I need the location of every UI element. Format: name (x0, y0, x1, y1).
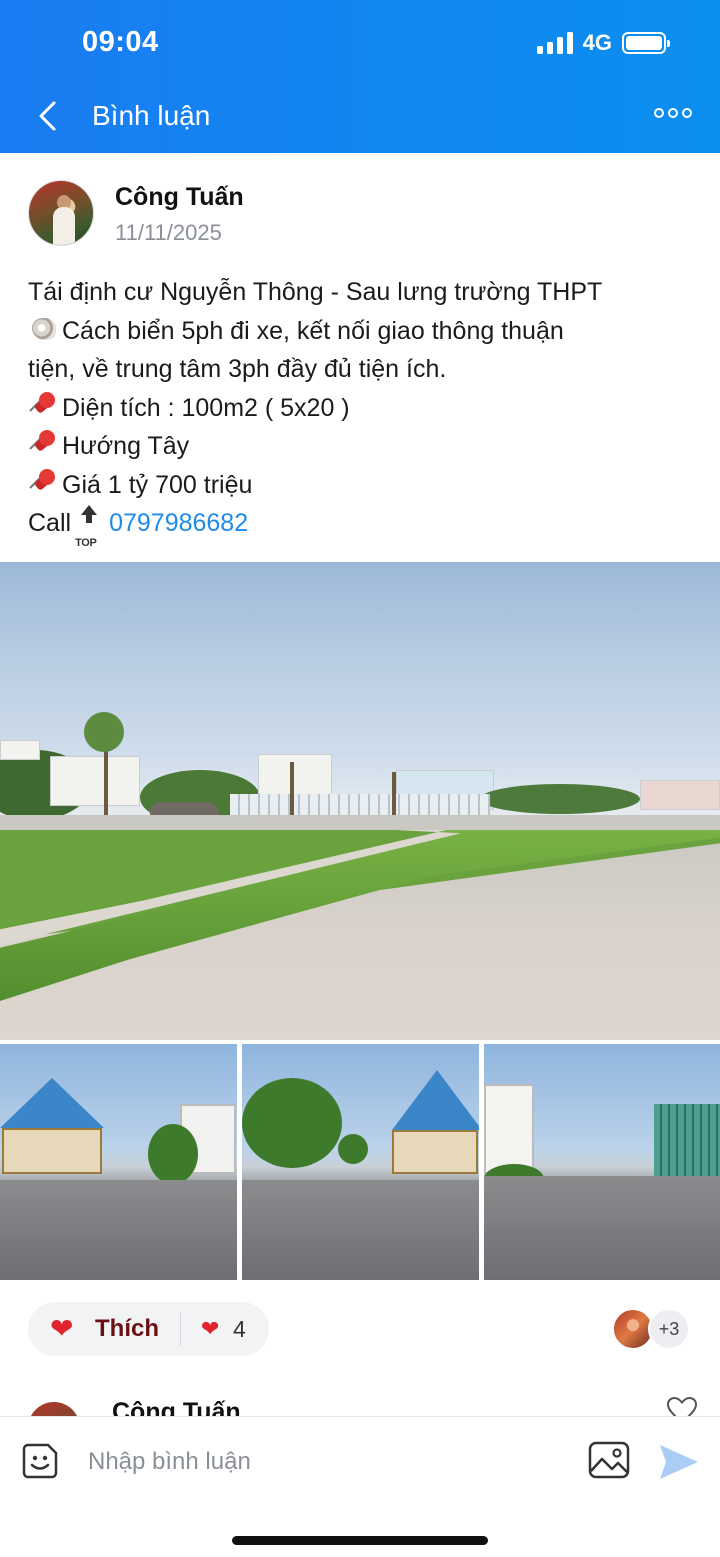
post-photo-thumb[interactable] (242, 1044, 479, 1280)
spiral-shell-icon (28, 314, 58, 344)
heart-outline-icon[interactable] (666, 1396, 698, 1416)
like-label: Thích (95, 1315, 159, 1342)
like-count[interactable]: 4 (233, 1316, 246, 1343)
post-line-4: Diện tích : 100m2 ( 5x20 ) (28, 389, 708, 428)
avatar[interactable] (28, 1402, 80, 1416)
pushpin-icon (28, 390, 58, 420)
battery-icon (622, 32, 670, 54)
photo-thumbnails (0, 1044, 720, 1280)
app-header: 09:04 4G Bình luận (0, 0, 720, 153)
status-time: 09:04 (82, 26, 159, 58)
post-line-6: Giá 1 tỷ 700 triệu (28, 466, 708, 505)
home-indicator (232, 1536, 488, 1545)
comment-item: Công Tuấn (0, 1380, 720, 1416)
author-name[interactable]: Công Tuấn (115, 183, 244, 212)
heart-icon: ❤ (50, 1313, 74, 1344)
post-line-3: tiện, về trung tâm 3ph đầy đủ tiện ích. (28, 355, 447, 383)
comment-author[interactable]: Công Tuấn (112, 1398, 241, 1416)
send-icon[interactable] (658, 1443, 700, 1481)
post-photo-thumb[interactable] (0, 1044, 237, 1280)
pushpin-icon (28, 428, 58, 458)
emoji-sticker-icon[interactable] (20, 1441, 60, 1481)
post-content: Tái định cư Nguyễn Thông - Sau lưng trườ… (28, 273, 708, 549)
post-line-5: Hướng Tây (28, 427, 708, 466)
post-photo-thumb[interactable] (484, 1044, 720, 1280)
heart-icon: ❤ (201, 1316, 220, 1341)
pushpin-icon (28, 467, 58, 497)
post-date: 11/11/2025 (115, 220, 222, 245)
post-line-2: Cách biển 5ph đi xe, kết nối giao thông … (28, 312, 708, 351)
network-type: 4G (582, 30, 612, 55)
back-arrow-icon[interactable] (36, 100, 60, 132)
post-line-call: Call TOP 0797986682 (28, 504, 708, 549)
signal-icon (536, 32, 573, 54)
author-avatar[interactable] (28, 180, 94, 246)
post-line-1: Tái định cư Nguyễn Thông - Sau lưng trườ… (28, 278, 603, 306)
image-picker-icon[interactable] (588, 1441, 630, 1479)
phone-link[interactable]: 0797986682 (109, 509, 248, 537)
post-photo-main[interactable] (0, 562, 720, 1040)
like-button[interactable]: ❤ Thích ❤ 4 (28, 1302, 269, 1356)
top-arrow-icon: TOP (75, 505, 103, 549)
reactor-avatars[interactable]: +3 (612, 1308, 692, 1350)
post-header: Công Tuấn 11/11/2025 (28, 180, 692, 248)
comment-input[interactable] (88, 1445, 558, 1479)
status-indicators: 4G (536, 30, 670, 56)
more-reactors-badge: +3 (648, 1308, 690, 1350)
more-options-icon[interactable] (654, 108, 692, 118)
reaction-bar: ❤ Thích ❤ 4 +3 (28, 1302, 692, 1356)
page-title: Bình luận (92, 100, 211, 131)
